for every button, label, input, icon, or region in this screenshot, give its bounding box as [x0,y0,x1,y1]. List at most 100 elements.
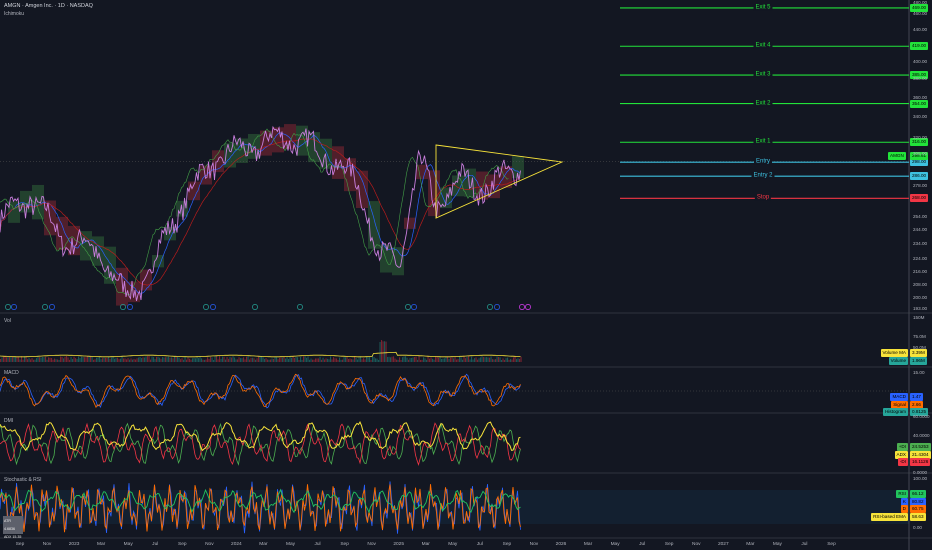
level-price-tag: 354.00 [910,99,929,108]
volume-bar [189,358,191,362]
volume-bar [375,358,377,362]
volume-bar [96,357,98,362]
event-marker-icon[interactable] [494,304,500,310]
volume-bar [106,358,108,362]
volume-bar [82,356,84,362]
volume-bar [480,357,482,362]
event-marker-icon[interactable] [297,304,303,310]
event-marker-icon[interactable] [5,304,11,310]
volume-bar [172,358,174,362]
volume-bar [297,357,299,362]
event-marker-icon[interactable] [405,304,411,310]
volume-bar [342,359,344,362]
stoch-legend-label: D [900,505,908,513]
volume-bar [162,357,164,362]
volume-bar [391,356,393,362]
volume-bar [193,357,195,362]
volume-bar [429,358,431,362]
volume-bar [120,358,122,362]
volume-bar [183,359,185,362]
volume-bar [460,357,462,362]
volume-bar [451,357,453,362]
volume-bar [55,359,57,362]
dmi-legend-value: 16.1126 [910,458,931,466]
volume-bar [198,358,200,362]
ichimoku-cloud-segment [356,170,368,208]
price-axis-label: 360.00 [913,94,928,100]
volume-bar [325,358,327,362]
vol-legend-label: Volume [888,356,908,365]
event-marker-icon[interactable] [525,304,531,310]
price-axis-label: 440.00 [913,26,928,32]
volume-bar [216,356,218,362]
volume-bar [159,357,161,362]
event-marker-icon[interactable] [11,304,17,310]
volume-bar [70,356,72,362]
volume-bar [111,357,113,362]
volume-bar [309,359,311,362]
volume-bar [417,359,419,362]
dmi-pane-title[interactable]: DMI [4,418,13,424]
time-axis-label: Jul [314,542,321,547]
event-marker-icon[interactable] [252,304,258,310]
event-marker-icon[interactable] [519,304,525,310]
volume-bar [280,357,282,362]
price-axis-label: 278.00 [913,182,928,188]
level-label: Exit 3 [753,71,773,78]
volume-bar [385,341,387,362]
volume-bar [502,358,504,362]
price-axis-label: 320.00 [913,134,928,140]
event-marker-icon[interactable] [411,304,417,310]
volume-bar [381,340,383,362]
volume-bar [475,357,477,362]
event-marker-icon[interactable] [127,304,133,310]
volume-bar [181,358,183,362]
volume-bar [493,359,495,362]
volume-bar [232,356,234,362]
volume-bar [79,358,81,362]
ichimoku-label[interactable]: Ichimoku [4,11,24,17]
volume-bar [348,359,350,362]
volume-bar [118,359,120,362]
price-axis-label: 224.00 [913,256,928,262]
volume-bar [72,359,74,362]
volume-bar [336,358,338,362]
level-label: Exit 5 [753,4,773,11]
volume-bar [151,356,153,362]
event-marker-icon[interactable] [203,304,209,310]
volume-bar [90,356,92,362]
volume-bar [478,358,480,362]
volume-bar [442,358,444,362]
event-marker-icon[interactable] [487,304,493,310]
volume-bar [469,359,471,362]
volume-bar [157,356,159,362]
volume-bar [459,356,461,362]
volume-bar [76,358,78,362]
volume-bar [223,356,225,362]
volume-bar [61,356,63,362]
vol-pane-title[interactable]: Vol [4,318,11,324]
event-marker-icon[interactable] [49,304,55,310]
volume-bar [487,357,489,362]
volume-bar [132,359,134,362]
stoch-rsi-pane-title[interactable]: Stochastic & RSI [4,477,42,483]
volume-bar [7,356,9,362]
volume-bar [412,357,414,362]
volume-bar [520,356,522,362]
event-marker-icon[interactable] [210,304,216,310]
volume-bar [190,359,192,362]
volume-bar [322,357,324,362]
volume-bar [138,357,140,362]
volume-bar [330,356,332,362]
dmi-axis-label: 40.0000 [913,433,930,438]
event-marker-icon[interactable] [42,304,48,310]
macd-pane-title[interactable]: MACD [4,370,19,376]
volume-bar [235,359,237,362]
volume-bar [409,358,411,362]
volume-bar [274,357,276,362]
volume-bar [432,358,434,362]
volume-bar [283,356,285,362]
volume-bar [313,359,315,362]
chart-canvas[interactable] [0,0,932,550]
price-axis-label: 208.00 [913,281,928,287]
